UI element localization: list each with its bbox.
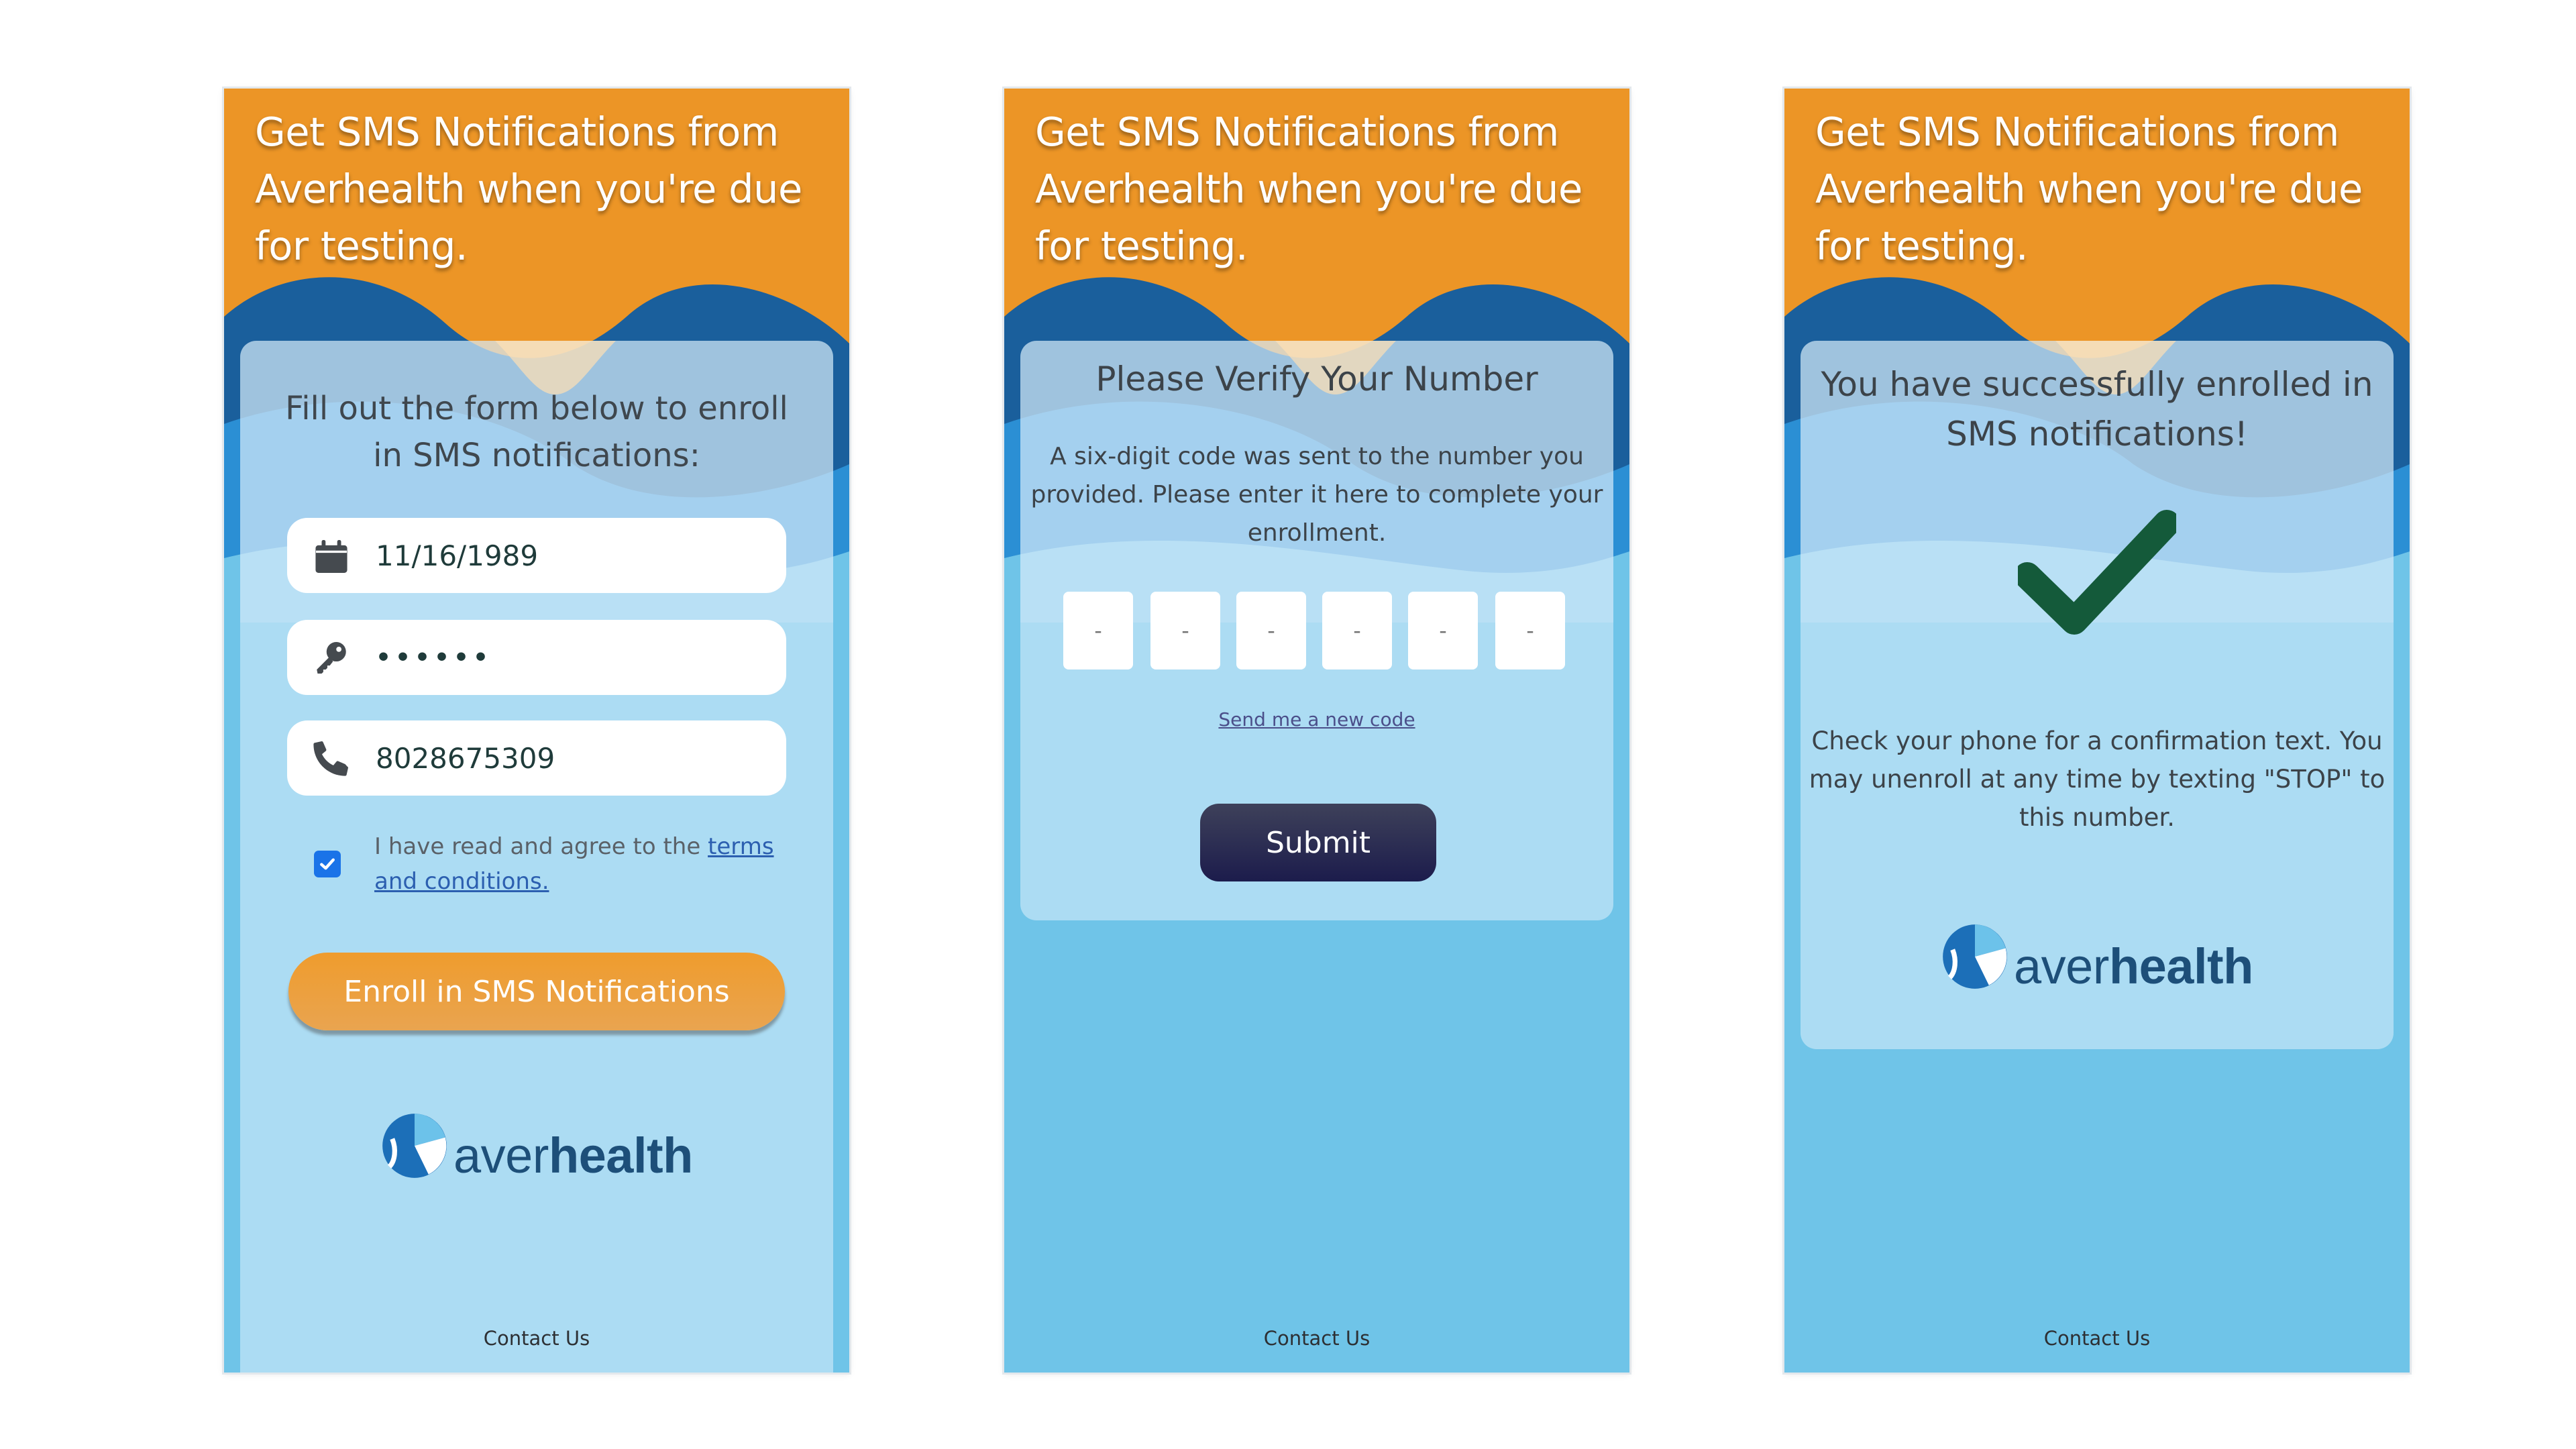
pin-input[interactable]: ••••••	[376, 644, 751, 672]
pin-field[interactable]: ••••••	[287, 620, 786, 695]
code-digit-2[interactable]	[1150, 592, 1220, 669]
verify-screen: Get SMS Notifications from Averhealth wh…	[1004, 89, 1629, 1373]
code-digit-1[interactable]	[1063, 592, 1133, 669]
verify-title: Please Verify Your Number	[1095, 360, 1538, 398]
enroll-heading: Fill out the form below to enroll in SMS…	[285, 390, 788, 474]
enroll-card: Fill out the form below to enroll in SMS…	[240, 341, 833, 1373]
averhealth-logo-icon	[382, 1114, 447, 1178]
averhealth-logo: averhealth	[1940, 922, 2253, 991]
enroll-button[interactable]: Enroll in SMS Notifications	[288, 953, 785, 1030]
key-icon	[287, 620, 376, 695]
success-message: Check your phone for a confirmation text…	[1809, 727, 2385, 832]
checkmark-icon	[2018, 510, 2176, 635]
averhealth-logo-icon	[1943, 924, 2007, 989]
terms-checkbox[interactable]	[314, 851, 341, 877]
terms-label: I have read and agree to the terms and c…	[374, 829, 797, 899]
logo-word-light: aver	[453, 1128, 549, 1183]
terms-row: I have read and agree to the terms and c…	[314, 829, 797, 899]
contact-us-link[interactable]: Contact Us	[1004, 1327, 1629, 1350]
success-title: You have successfully enrolled in SMS no…	[1821, 365, 2373, 453]
code-digit-4[interactable]	[1322, 592, 1392, 669]
date-of-birth-input[interactable]	[376, 539, 751, 572]
phone-number-input[interactable]	[376, 741, 751, 775]
success-card: You have successfully enrolled in SMS no…	[1801, 341, 2394, 1049]
contact-us-link[interactable]: Contact Us	[224, 1327, 849, 1350]
averhealth-logo: averhealth	[380, 1111, 693, 1181]
resend-code-link[interactable]: Send me a new code	[1020, 708, 1613, 731]
logo-word-bold: health	[2108, 938, 2253, 994]
date-of-birth-field[interactable]	[287, 518, 786, 593]
phone-icon	[287, 720, 376, 796]
logo-wordmark: averhealth	[453, 1131, 693, 1181]
logo-word-light: aver	[2014, 938, 2109, 994]
logo-wordmark: averhealth	[2014, 942, 2253, 991]
success-screen: Get SMS Notifications from Averhealth wh…	[1784, 89, 2410, 1373]
contact-us-link[interactable]: Contact Us	[1784, 1327, 2410, 1350]
submit-button[interactable]: Submit	[1200, 804, 1436, 881]
code-digit-6[interactable]	[1495, 592, 1565, 669]
phone-number-field[interactable]	[287, 720, 786, 796]
verify-card: Please Verify Your Number A six-digit co…	[1020, 341, 1613, 920]
code-input-row	[1063, 592, 1573, 669]
terms-text: I have read and agree to the	[374, 833, 708, 860]
header-title: Get SMS Notifications from Averhealth wh…	[1035, 109, 1582, 269]
calendar-icon	[287, 518, 376, 593]
checkbox-check-icon	[320, 858, 335, 870]
enroll-screen: Get SMS Notifications from Averhealth wh…	[224, 89, 849, 1373]
header-title: Get SMS Notifications from Averhealth wh…	[255, 109, 802, 269]
logo-word-bold: health	[548, 1128, 693, 1183]
code-digit-3[interactable]	[1236, 592, 1306, 669]
code-digit-5[interactable]	[1408, 592, 1478, 669]
header-title: Get SMS Notifications from Averhealth wh…	[1815, 109, 2363, 269]
verify-instructions: A six-digit code was sent to the number …	[1030, 443, 1603, 547]
